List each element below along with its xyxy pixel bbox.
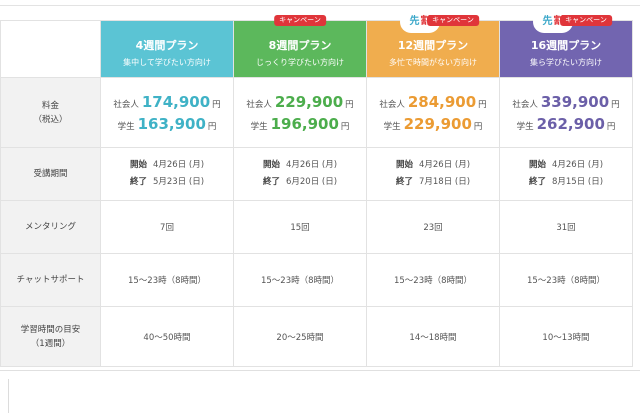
chat-support-cell: 15〜23時（8時間） (233, 253, 367, 307)
worker-label: 社会人 (246, 99, 272, 110)
end-date: 7月18日 (日) (418, 177, 471, 187)
price-cell-16weeks: 社会人 339,900 円 学生 262,900 円 (499, 77, 633, 148)
top-divider (0, 5, 640, 6)
worker-price: 174,900 (141, 92, 211, 111)
chat-support-cell: 15〜23時（8時間） (499, 253, 633, 307)
period-row-label: 受講期間 (0, 147, 101, 201)
below-table-area (0, 370, 640, 420)
end-date: 8月15日 (日) (551, 177, 604, 187)
worker-price: 339,900 (540, 92, 610, 111)
plan-name: 4週間プラン (135, 38, 199, 52)
period-row: 受講期間 開始 4月26日 (月) 終了 5月23日 (日) 開始 4月26日 (月)… (0, 147, 633, 201)
chat-support-row-label: チャットサポート (0, 253, 101, 307)
study-time-cell: 20〜25時間 (233, 306, 367, 367)
mentoring-cell: 23回 (366, 200, 500, 254)
student-label: 学生 (516, 121, 534, 132)
plan-name: 12週間プラン (397, 38, 469, 52)
plan-comparison-table: 4週間プラン 集中して学びたい方向け キャンペーン 8週間プラン じっくり学びた… (0, 11, 633, 367)
worker-label: 社会人 (512, 99, 538, 110)
text-cursor-line (8, 379, 9, 413)
yen-unit: 円 (340, 121, 350, 132)
study-time-row-label: 学習時間の目安 （1週間） (0, 306, 101, 367)
period-cell-4weeks: 開始 4月26日 (月) 終了 5月23日 (日) (100, 147, 234, 201)
start-date: 4月26日 (月) (152, 160, 205, 170)
end-label: 終了 (262, 177, 280, 187)
period-cell-16weeks: 開始 4月26日 (月) 終了 8月15日 (日) (499, 147, 633, 201)
student-price: 163,900 (137, 114, 206, 133)
plan-description: 集中して学びたい方向け (123, 57, 211, 67)
study-time-row: 学習時間の目安 （1週間） 40〜50時間 20〜25時間 14〜18時間 10… (0, 306, 633, 367)
price-row-label: 料金 （税込） (0, 77, 101, 148)
plan-description: 多忙で時間がない方向け (389, 57, 477, 67)
worker-label: 社会人 (113, 99, 139, 110)
worker-label: 社会人 (379, 99, 405, 110)
start-date: 4月26日 (月) (551, 160, 604, 170)
start-label: 開始 (262, 160, 280, 170)
student-price: 229,900 (403, 114, 472, 133)
plan-header-4weeks: 4週間プラン 集中して学びたい方向け (100, 20, 234, 78)
yen-unit: 円 (606, 121, 616, 132)
yen-unit: 円 (478, 99, 487, 110)
chat-support-row: チャットサポート 15〜23時（8時間） 15〜23時（8時間） 15〜23時（… (0, 253, 633, 307)
worker-price: 229,900 (274, 92, 344, 111)
early-char: 先 (409, 16, 420, 27)
start-label: 開始 (129, 160, 147, 170)
end-date: 6月20日 (日) (285, 177, 338, 187)
plan-header-16weeks: 先割 キャンペーン 16週間プラン 集ら学びたい方向け (499, 11, 633, 78)
end-label: 終了 (129, 177, 147, 187)
study-time-cell: 14〜18時間 (366, 306, 500, 367)
start-label: 開始 (528, 160, 546, 170)
yen-unit: 円 (611, 99, 620, 110)
price-cell-4weeks: 社会人 174,900 円 学生 163,900 円 (100, 77, 234, 148)
plan-name: 8週間プラン (268, 38, 332, 52)
price-row: 料金 （税込） 社会人 174,900 円 学生 163,900 円 社会人 229,90… (0, 77, 633, 148)
plan-name: 16週間プラン (530, 38, 602, 52)
per-week-label: （1週間） (30, 338, 71, 349)
plan-description: じっくり学びたい方向け (256, 57, 344, 67)
plan-header-row: 4週間プラン 集中して学びたい方向け キャンペーン 8週間プラン じっくり学びた… (0, 11, 633, 78)
start-date: 4月26日 (月) (418, 160, 471, 170)
chat-support-cell: 15〜23時（8時間） (100, 253, 234, 307)
price-label: 料金 (41, 100, 59, 111)
mentoring-row: メンタリング 7回 15回 23回 31回 (0, 200, 633, 254)
student-label: 学生 (250, 121, 268, 132)
end-label: 終了 (528, 177, 546, 187)
start-label: 開始 (395, 160, 413, 170)
price-cell-12weeks: 社会人 284,900 円 学生 229,900 円 (366, 77, 500, 148)
worker-price: 284,900 (407, 92, 477, 111)
mentoring-cell: 7回 (100, 200, 234, 254)
mentoring-row-label: メンタリング (0, 200, 101, 254)
mentoring-cell: 15回 (233, 200, 367, 254)
study-time-cell: 40〜50時間 (100, 306, 234, 367)
yen-unit: 円 (207, 121, 217, 132)
student-price: 262,900 (536, 114, 605, 133)
campaign-badge: キャンペーン (560, 15, 612, 26)
start-date: 4月26日 (月) (285, 160, 338, 170)
student-label: 学生 (383, 121, 401, 132)
yen-unit: 円 (345, 99, 354, 110)
chat-support-cell: 15〜23時（8時間） (366, 253, 500, 307)
campaign-badge: キャンペーン (427, 15, 479, 26)
end-label: 終了 (395, 177, 413, 187)
yen-unit: 円 (212, 99, 221, 110)
early-char: 先 (542, 16, 553, 27)
plan-description: 集ら学びたい方向け (530, 57, 602, 67)
campaign-badge: キャンペーン (274, 15, 326, 26)
study-time-cell: 10〜13時間 (499, 306, 633, 367)
tax-included-label: （税込） (33, 114, 68, 125)
price-cell-8weeks: 社会人 229,900 円 学生 196,900 円 (233, 77, 367, 148)
period-cell-12weeks: 開始 4月26日 (月) 終了 7月18日 (日) (366, 147, 500, 201)
table-corner (0, 20, 101, 78)
plan-header-8weeks: キャンペーン 8週間プラン じっくり学びたい方向け (233, 15, 367, 78)
plan-header-12weeks: 先割 キャンペーン 12週間プラン 多忙で時間がない方向け (366, 11, 500, 78)
study-time-label: 学習時間の目安 (20, 324, 81, 335)
yen-unit: 円 (473, 121, 483, 132)
student-price: 196,900 (270, 114, 339, 133)
student-label: 学生 (117, 121, 135, 132)
mentoring-cell: 31回 (499, 200, 633, 254)
period-cell-8weeks: 開始 4月26日 (月) 終了 6月20日 (日) (233, 147, 367, 201)
end-date: 5月23日 (日) (152, 177, 205, 187)
